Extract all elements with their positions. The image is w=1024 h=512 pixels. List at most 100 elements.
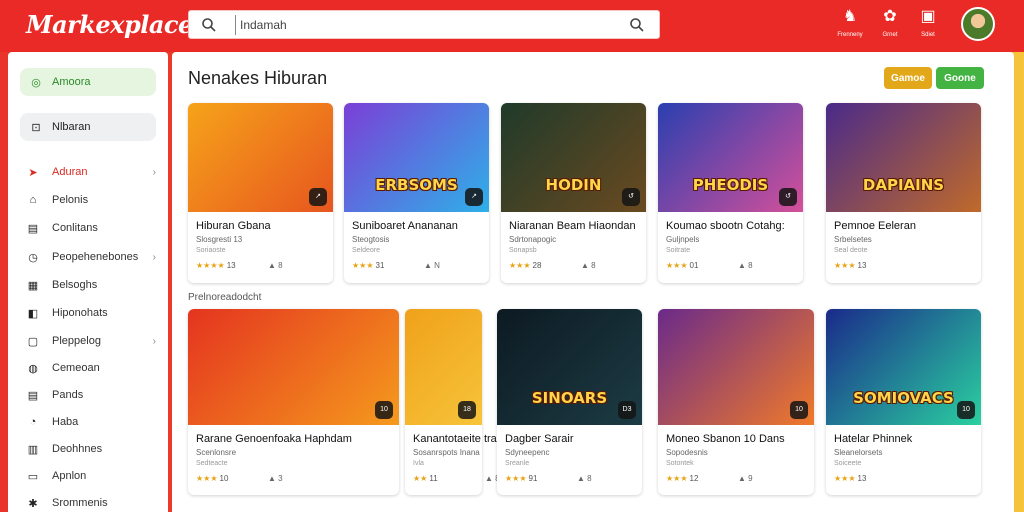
star-icon: ★★★ — [666, 474, 688, 483]
game-card[interactable]: 18 Kanantotaeite trape Sosanrspots Inana Iv… — [405, 309, 509, 495]
sidebar-item-label: Aduran — [52, 166, 88, 178]
topnav-item-grnet[interactable]: ✿ Grnet — [870, 8, 910, 38]
game-subtitle: Scenlonsre — [196, 448, 237, 457]
topnav-item-sdiet[interactable]: ▣ Sdiet — [908, 8, 948, 38]
sidebar-item[interactable]: ▦ Belsoghs — [20, 275, 156, 295]
game-card[interactable]: SOMIOVACS 10 Hatelar Phinnek Sleanelorsets S… — [826, 309, 981, 495]
thumbnail-badge: ↗ — [309, 188, 327, 206]
star-icon: ★★★ — [352, 261, 374, 270]
sidebar-item[interactable]: ✱ Srommenis — [20, 493, 156, 512]
game-title: Kanantotaeite trape — [413, 433, 510, 445]
game-thumbnail[interactable]: DAPIAINS — [826, 103, 981, 212]
search-bar — [188, 10, 660, 39]
sidebar-item[interactable]: ➤ Aduran › — [20, 162, 156, 182]
sidebar-item-icon: ▭ — [27, 470, 39, 483]
thumbnail-badge: ↗ — [465, 188, 483, 206]
game-subtitle: Guljnpels — [666, 235, 700, 244]
arrow-up-icon: ▲ — [485, 474, 493, 483]
sidebar-item[interactable]: ◷ Peopehenebones › — [20, 247, 156, 267]
sidebar-item[interactable]: ◍ Cemeoan — [20, 358, 156, 378]
sidebar-item[interactable]: ▤ Pands — [20, 385, 156, 405]
game-thumbnail[interactable]: SOMIOVACS 10 — [826, 309, 981, 425]
game-subtitle: Slosgresti 13 — [196, 235, 243, 244]
grid-icon: ⊡ — [31, 121, 41, 134]
game-card[interactable]: HODIN ↺ Niaranan Beam Hiaondan Sdrtonapogic… — [501, 103, 646, 283]
game-subtitle: Sleanelorsets — [834, 448, 883, 457]
game-card[interactable]: PHEODIS ↺ Koumao sbootn Cotahg: Guljnpels So… — [658, 103, 803, 283]
meta-value: 8 — [587, 474, 592, 483]
search-input[interactable] — [235, 15, 615, 35]
game-thumbnail[interactable]: ERBSOMS ↗ — [344, 103, 489, 212]
filter-button-goone[interactable]: Goone — [936, 67, 984, 89]
sidebar-item[interactable]: ▭ Apnlon — [20, 466, 156, 486]
topnav-icon: ▣ — [920, 8, 936, 25]
star-icon: ★★★ — [666, 261, 688, 270]
game-title: Hiburan Gbana — [196, 220, 271, 232]
game-meta: ▲ 8 — [577, 474, 592, 483]
chevron-right-icon: › — [152, 166, 156, 178]
game-thumbnail[interactable]: 10 — [658, 309, 814, 425]
sidebar-item[interactable]: ▢ Pleppelog › — [20, 331, 156, 351]
game-thumbnail[interactable]: 18 — [405, 309, 482, 425]
game-subtitle: Sdrtonapogic — [509, 235, 557, 244]
sidebar-item[interactable]: ▥ Deohhnes — [20, 439, 156, 459]
game-meta: ▲ N — [424, 261, 440, 270]
game-rating: ★★★ 28 — [509, 261, 541, 270]
sidebar-pill-amoora[interactable]: ◎ Amoora — [20, 68, 156, 96]
sidebar-pill-nlbaran[interactable]: ⊡ Nlbaran — [20, 113, 156, 141]
game-card[interactable]: 10 Moneo Sbanon 10 Dans Sopodesnis Sotontek… — [658, 309, 814, 495]
topnav-item-frenneny[interactable]: ♞ Frenneny — [830, 8, 870, 38]
meta-value: 8 — [591, 261, 596, 270]
game-category: Ivla — [413, 460, 424, 467]
sidebar-item[interactable]: ▤ Conlitans — [20, 218, 156, 238]
game-subtitle: Sdyneepenc — [505, 448, 550, 457]
sidebar-item-label: Belsoghs — [52, 279, 98, 291]
game-thumbnail[interactable]: HODIN ↺ — [501, 103, 646, 212]
game-category: Sonapsb — [509, 247, 537, 254]
sidebar-item-label: Hiponohats — [52, 307, 108, 319]
game-meta: ▲ 8 — [738, 261, 753, 270]
thumbnail-badge: 18 — [458, 401, 476, 419]
rating-value: 13 — [226, 261, 236, 270]
chevron-right-icon: › — [152, 335, 156, 347]
sidebar-item-icon: ▥ — [27, 443, 39, 456]
game-title: Niaranan Beam Hiaondan — [509, 220, 636, 232]
game-card[interactable]: ↗ Hiburan Gbana Slosgresti 13 Soriaoste ★★★★… — [188, 103, 333, 283]
game-subtitle: Sosanrspots Inana — [413, 448, 480, 457]
sidebar-item[interactable]: ◧ Hiponohats — [20, 303, 156, 323]
app-logo[interactable]: Markexplace — [26, 10, 193, 39]
game-thumbnail[interactable]: PHEODIS ↺ — [658, 103, 803, 212]
rating-value: 31 — [375, 261, 385, 270]
game-card[interactable]: SINOARS D3 Dagber Sarair Sdyneepenc Sreanle ★… — [497, 309, 642, 495]
thumbnail-badge: ↺ — [779, 188, 797, 206]
game-category: Sreanle — [505, 460, 530, 467]
arrow-up-icon: ▲ — [577, 474, 585, 483]
search-submit-icon[interactable] — [629, 17, 645, 33]
sidebar-item-icon: ◷ — [28, 251, 38, 264]
game-meta: ▲ 8 — [581, 261, 596, 270]
game-title: Moneo Sbanon 10 Dans — [666, 433, 785, 445]
game-thumbnail[interactable]: 10 — [188, 309, 399, 425]
sidebar-item[interactable]: ◔ Haba — [20, 412, 156, 432]
game-card[interactable]: DAPIAINS Pemnoe Eeleran Srbelsetes Seal deo… — [826, 103, 981, 283]
game-card[interactable]: ERBSOMS ↗ Suniboaret Anananan Steogtosis Sel… — [344, 103, 489, 283]
search-icon[interactable] — [201, 17, 217, 33]
rating-value: 13 — [857, 474, 867, 483]
sidebar-item-icon: ▢ — [27, 335, 39, 348]
sidebar-item-label: Pands — [52, 389, 84, 401]
game-card[interactable]: 10 Rarane Genoenfoaka Haphdam Scenlonsre Se… — [188, 309, 399, 495]
rating-value: 01 — [689, 261, 699, 270]
game-meta: ▲ 8 — [268, 261, 283, 270]
thumbnail-badge: D3 — [618, 401, 636, 419]
user-avatar[interactable] — [961, 7, 995, 41]
sidebar-item-label: Pelonis — [52, 194, 89, 206]
sidebar-item-label: Deohhnes — [52, 443, 103, 455]
star-icon: ★★ — [413, 474, 428, 483]
game-thumbnail[interactable]: ↗ — [188, 103, 333, 212]
game-meta: ▲ 9 — [738, 474, 753, 483]
filter-button-gamoe[interactable]: Gamoe — [884, 67, 932, 89]
sidebar-item[interactable]: ⌂ Pelonis — [20, 190, 156, 210]
sidebar-item-label: Srommenis — [52, 497, 108, 509]
game-category: Seal deote — [834, 247, 868, 254]
game-thumbnail[interactable]: SINOARS D3 — [497, 309, 642, 425]
